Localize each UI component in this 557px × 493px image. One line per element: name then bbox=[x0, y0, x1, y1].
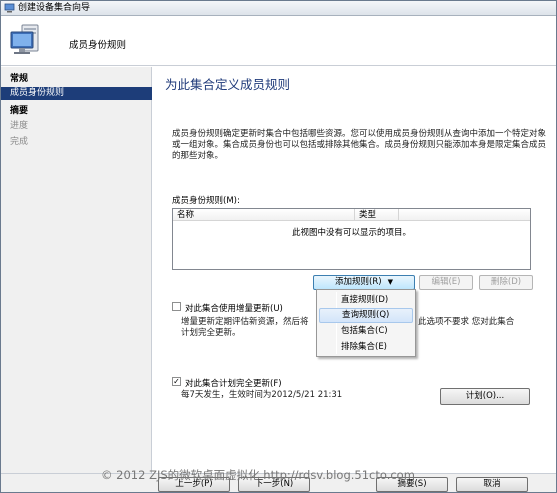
menu-item-query-rule[interactable]: 查询规则(Q) bbox=[319, 308, 413, 323]
incremental-update-checkbox[interactable] bbox=[172, 302, 181, 311]
wizard-window: 创建设备集合向导 成员身份规则 常规 成员身份规则 摘要 进度 完成 为此集合定… bbox=[0, 0, 557, 493]
column-type[interactable]: 类型 bbox=[355, 209, 399, 221]
step-completion: 完成 bbox=[10, 137, 29, 147]
list-header: 名称 类型 bbox=[173, 209, 530, 221]
incremental-desc-line2: 计划完全更新。 bbox=[181, 328, 241, 338]
title-bar: 创建设备集合向导 bbox=[1, 1, 556, 16]
full-update-checkbox[interactable]: ✓ bbox=[172, 377, 181, 386]
column-name[interactable]: 名称 bbox=[173, 209, 355, 221]
add-rule-label: 添加规则(R) bbox=[335, 277, 382, 287]
schedule-button[interactable]: 计划(O)... bbox=[440, 388, 530, 405]
computer-icon bbox=[10, 24, 39, 54]
wizard-content: 为此集合定义成员规则 成员身份规则确定更新时集合中包括哪些资源。您可以使用成员身… bbox=[153, 67, 556, 473]
cancel-button[interactable]: 取消 bbox=[456, 477, 528, 492]
edit-button[interactable]: 编辑(E) bbox=[419, 275, 473, 290]
delete-button[interactable]: 删除(D) bbox=[479, 275, 533, 290]
step-summary[interactable]: 摘要 bbox=[1, 105, 152, 118]
step-general[interactable]: 常规 bbox=[1, 73, 152, 86]
rules-list[interactable]: 名称 类型 此视图中没有可以显示的项目。 bbox=[172, 208, 531, 270]
menu-item-direct-rule[interactable]: 直接规则(D) bbox=[319, 293, 413, 308]
page-title: 为此集合定义成员规则 bbox=[165, 77, 291, 92]
menu-item-exclude-collection[interactable]: 排除集合(E) bbox=[319, 340, 413, 355]
add-rule-menu: 直接规则(D) 查询规则(Q) 包括集合(C) 排除集合(E) bbox=[316, 289, 416, 357]
watermark: © 2012 ZJS的微软桌面虚拟化 http://rdsv.blog.51ct… bbox=[101, 468, 415, 482]
wizard-header: 成员身份规则 bbox=[1, 16, 556, 66]
incremental-desc-right: 此选项不要求 您对此集合 bbox=[418, 317, 515, 327]
schedule-description: 每7天发生，生效时间为2012/5/21 21:31 bbox=[181, 390, 343, 400]
window-title: 创建设备集合向导 bbox=[18, 3, 91, 13]
incremental-update-label: 对此集合使用增量更新(U) bbox=[185, 304, 283, 314]
rules-label: 成员身份规则(M): bbox=[172, 196, 240, 206]
rules-description: 成员身份规则确定更新时集合中包括哪些资源。您可以使用成员身份规则从查询中添加一个… bbox=[172, 129, 547, 161]
empty-list-message: 此视图中没有可以显示的项目。 bbox=[291, 228, 411, 238]
wizard-steps: 常规 成员身份规则 摘要 进度 完成 bbox=[1, 67, 152, 473]
add-rule-button[interactable]: 添加规则(R) ▼ bbox=[313, 275, 415, 290]
step-progress: 进度 bbox=[10, 121, 29, 131]
menu-item-include-collection[interactable]: 包括集合(C) bbox=[319, 324, 413, 339]
header-title: 成员身份规则 bbox=[69, 40, 127, 51]
dropdown-arrow-icon: ▼ bbox=[387, 278, 393, 286]
wizard-icon bbox=[4, 3, 15, 13]
step-membership-rules[interactable]: 成员身份规则 bbox=[1, 87, 152, 100]
